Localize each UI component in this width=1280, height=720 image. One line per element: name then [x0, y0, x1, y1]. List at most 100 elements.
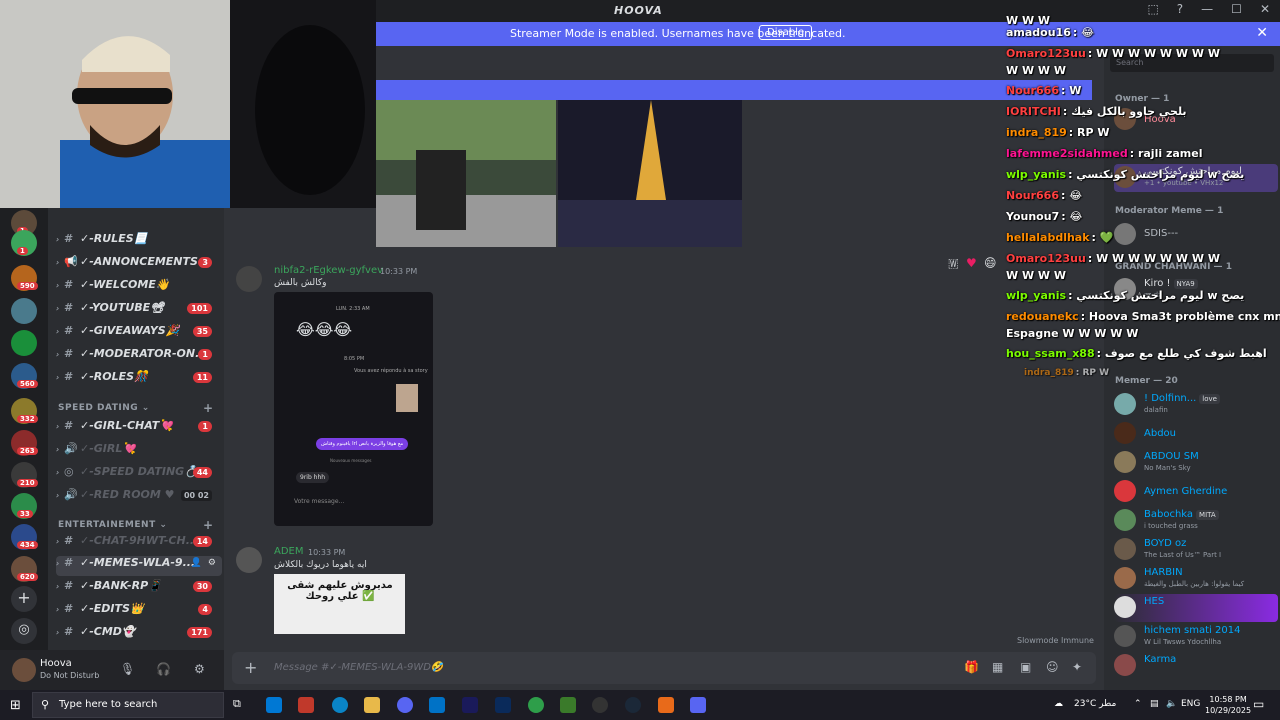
apps-icon[interactable]: ✦: [1072, 660, 1082, 674]
member-item[interactable]: Babochka MITA i touched grass: [1114, 507, 1278, 535]
message-author[interactable]: ADEM: [274, 546, 304, 557]
message-avatar[interactable]: [236, 266, 262, 292]
emoji-icon[interactable]: ☺: [1046, 660, 1059, 674]
close-window-button[interactable]: ✕: [1260, 2, 1270, 16]
channel-chat[interactable]: › # ✓-CHAT-9HWT-CH... 14: [56, 534, 222, 554]
friends-icon[interactable]: 1: [11, 230, 37, 256]
server-icon[interactable]: 263: [11, 430, 38, 456]
store-icon[interactable]: [266, 697, 282, 713]
maximize-button[interactable]: ☐: [1231, 2, 1242, 16]
sticker-icon[interactable]: ▣: [1020, 660, 1031, 674]
attach-plus-icon[interactable]: +: [244, 658, 257, 677]
member-item[interactable]: SDIS---: [1114, 221, 1278, 249]
obs-icon[interactable]: [592, 697, 608, 713]
photoshop-icon[interactable]: [495, 697, 511, 713]
member-item[interactable]: Hoova: [1114, 106, 1278, 134]
server-icon[interactable]: [11, 330, 37, 356]
server-icon[interactable]: [11, 298, 37, 324]
minecraft-icon[interactable]: [560, 697, 576, 713]
steam-icon[interactable]: [625, 697, 641, 713]
channel-girl-chat[interactable]: › # ✓-GIRL-CHAT💘 1: [56, 419, 222, 439]
member-item[interactable]: Kiro ! NYA9 zz dz: [1114, 276, 1278, 304]
search-input[interactable]: Search: [1110, 54, 1274, 72]
outlook-icon[interactable]: [429, 697, 445, 713]
gif-icon[interactable]: ▦: [992, 660, 1003, 674]
channel-edits[interactable]: › # ✓-EDITS👑 4: [56, 602, 222, 622]
volume-icon[interactable]: 🔈: [1166, 699, 1177, 709]
server-icon[interactable]: 332: [11, 398, 38, 424]
gear-icon[interactable]: ⚙: [194, 662, 205, 676]
premiere-icon[interactable]: [462, 697, 478, 713]
gift-icon[interactable]: 🎁: [964, 660, 979, 674]
close-banner-icon[interactable]: ✕: [1256, 25, 1268, 41]
clock[interactable]: 10:58 PM 10/29/2025: [1205, 694, 1251, 716]
member-item[interactable]: ليوم مراحتش كونكتسي +1 • youtube • VHx12: [1114, 164, 1278, 192]
channel-giveaways[interactable]: › # ✓-GIVEAWAYS🎉 35: [56, 324, 222, 344]
language-indicator[interactable]: ENG: [1181, 699, 1200, 709]
member-item[interactable]: Karma: [1114, 652, 1278, 680]
member-item[interactable]: HARBIN كيما يقولوا: هاربين بالطبل والغيطة: [1114, 565, 1278, 593]
channel-rules[interactable]: › # ✓-RULES📃: [56, 232, 222, 252]
image-attachment-meme[interactable]: مديروش عليهم شقى علي روحك ✅: [274, 574, 405, 634]
reaction-emoji-icon[interactable]: 😄: [984, 256, 997, 270]
inbox-icon[interactable]: ⬚: [1147, 2, 1158, 16]
add-server-icon[interactable]: +: [11, 586, 37, 612]
channel-memes[interactable]: › # ✓-MEMES-WLA-9... ⚙ 👤: [56, 556, 222, 576]
voice-channel-girl[interactable]: › 🔊 ✓-GIRL💘: [56, 442, 222, 462]
channel-youtube[interactable]: › # ✓-YOUTUBE📽 101: [56, 301, 222, 321]
member-item[interactable]: ! Dolfinn... love dalafin: [1114, 391, 1278, 419]
stage-channel-speed-dating[interactable]: › ◎ ✓-SPEED DATING💍 44: [56, 465, 222, 485]
category-entertainement[interactable]: ENTERTAINEMENT ⌄ +: [58, 518, 213, 532]
app-icon[interactable]: [658, 697, 674, 713]
category-speed-dating[interactable]: SPEED DATING ⌄ +: [58, 401, 213, 415]
server-icon[interactable]: 560: [11, 363, 38, 389]
server-icon[interactable]: 434: [11, 524, 38, 550]
file-explorer-icon[interactable]: [364, 697, 380, 713]
message-input[interactable]: Message #✓-MEMES-WLA-9WD🤣: [274, 662, 443, 673]
network-icon[interactable]: ▤: [1150, 699, 1159, 709]
message-avatar[interactable]: [236, 547, 262, 573]
member-item[interactable]: Aymen Gherdine: [1114, 478, 1278, 506]
headphones-icon[interactable]: 🎧: [156, 662, 171, 676]
chrome-icon[interactable]: [528, 697, 544, 713]
channel-bank-rp[interactable]: › # ✓-BANK-RP📱 30: [56, 579, 222, 599]
add-channel-icon[interactable]: +: [203, 401, 214, 415]
channel-welcome[interactable]: › # ✓-WELCOME👋: [56, 278, 222, 298]
voice-channel-red-room[interactable]: › 🔊 ✓-RED ROOM ♥ 00 02: [56, 488, 222, 508]
edge-icon[interactable]: [332, 697, 348, 713]
reaction-w-icon[interactable]: 🇼: [948, 256, 959, 271]
invite-icon[interactable]: 👤: [191, 558, 202, 568]
discover-icon[interactable]: ◎: [11, 618, 37, 644]
channel-moderator[interactable]: › # ✓-MODERATOR-ON... 1: [56, 347, 222, 367]
member-item[interactable]: BOYD oz The Last of Us™ Part I: [1114, 536, 1278, 564]
illustrator-icon[interactable]: [298, 697, 314, 713]
member-item[interactable]: Abdou: [1114, 420, 1278, 448]
server-icon[interactable]: 590: [11, 265, 38, 291]
message-composer[interactable]: + Message #✓-MEMES-WLA-9WD🤣 🎁 ▦ ▣ ☺ ✦: [232, 652, 1096, 684]
twitch-icon[interactable]: [690, 697, 706, 713]
tray-chevron-icon[interactable]: ⌃: [1134, 699, 1142, 709]
add-channel-icon[interactable]: +: [203, 518, 214, 532]
channel-announcements[interactable]: › 📢 ✓-ANNONCEMENTS... 3: [56, 255, 222, 275]
weather-icon[interactable]: ☁: [1054, 699, 1063, 709]
avatar[interactable]: [12, 658, 36, 682]
notification-icon[interactable]: ▭: [1253, 697, 1264, 711]
windows-start-icon[interactable]: ⊞: [10, 698, 21, 713]
discord-icon[interactable]: [397, 697, 413, 713]
channel-cmd[interactable]: › # ✓-CMD👻 171: [56, 625, 222, 645]
server-icon[interactable]: 620: [11, 556, 38, 582]
new-messages-bar[interactable]: [376, 80, 1092, 100]
channel-roles[interactable]: › # ✓-ROLES🎊 11: [56, 370, 222, 390]
microphone-icon[interactable]: 🎙: [120, 662, 135, 676]
taskbar-search[interactable]: ⚲ Type here to search: [32, 692, 224, 718]
member-item[interactable]: hichem smati 2014 W Lil Twsws Ydochllha: [1114, 623, 1278, 651]
minimize-button[interactable]: —: [1201, 2, 1213, 16]
settings-icon[interactable]: ⚙: [208, 558, 216, 568]
image-attachment-photos[interactable]: [376, 100, 742, 247]
task-view-icon[interactable]: ⧉: [233, 697, 249, 713]
member-item[interactable]: HES: [1114, 594, 1278, 622]
member-item[interactable]: ABDOU SM No Man's Sky: [1114, 449, 1278, 477]
disable-streamer-mode-button[interactable]: Disable: [759, 25, 813, 40]
weather-text[interactable]: 23°C مطر: [1074, 699, 1116, 709]
server-icon[interactable]: 210: [11, 462, 38, 488]
